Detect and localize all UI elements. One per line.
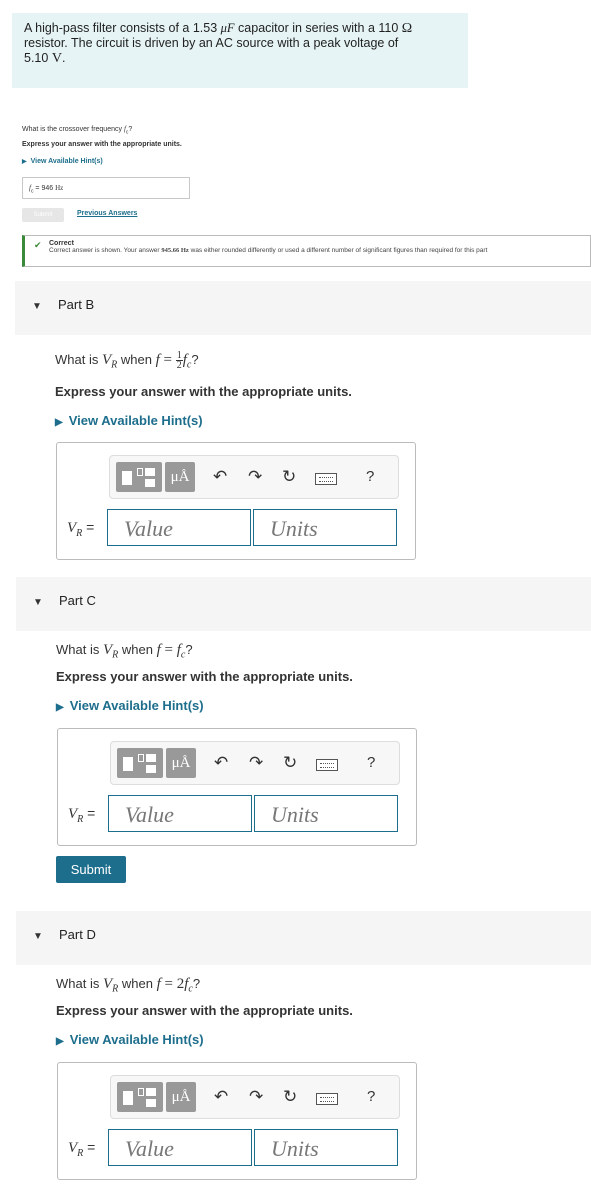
value-input[interactable]: Value bbox=[107, 509, 251, 546]
part-a-submit-button[interactable]: Submit bbox=[22, 208, 64, 222]
value-input[interactable]: Value bbox=[108, 1129, 252, 1166]
part-label: Part C bbox=[59, 593, 96, 608]
units-icon[interactable]: μÅ bbox=[166, 748, 196, 778]
redo-icon[interactable]: ↷ bbox=[249, 1087, 263, 1107]
templates-icon[interactable] bbox=[116, 462, 162, 492]
part-c-hint-link[interactable]: ▶ View Available Hint(s) bbox=[56, 698, 204, 713]
feedback-title: Correct bbox=[49, 240, 74, 247]
expand-triangle-icon: ▶ bbox=[56, 702, 64, 713]
part-c-question: What is VR when f = fc? bbox=[56, 642, 193, 661]
variable-label: VR = bbox=[67, 519, 95, 539]
expand-triangle-icon: ▶ bbox=[22, 159, 27, 165]
math-toolbar: μÅ ↶ ↷ ↻ ? bbox=[109, 455, 399, 499]
units-input[interactable]: Units bbox=[253, 509, 397, 546]
variable-label: VR = bbox=[68, 805, 96, 825]
part-a-answer-field: fc = 946 Hz bbox=[22, 177, 190, 199]
part-b-question: What is VR when f = 1 2fc? bbox=[55, 350, 199, 371]
units-input[interactable]: Units bbox=[254, 795, 398, 832]
math-toolbar: μÅ ↶ ↷ ↻ ? bbox=[110, 1075, 400, 1119]
intro-unit: μF bbox=[220, 21, 235, 35]
part-c-submit-button[interactable]: Submit bbox=[56, 856, 126, 883]
templates-icon[interactable] bbox=[117, 1082, 163, 1112]
help-icon[interactable]: ? bbox=[367, 754, 375, 771]
undo-icon[interactable]: ↶ bbox=[214, 753, 228, 773]
undo-icon[interactable]: ↶ bbox=[214, 1087, 228, 1107]
help-icon[interactable]: ? bbox=[367, 1088, 375, 1105]
intro-text: A high-pass filter consists of a 1.53 bbox=[24, 21, 221, 35]
part-label: Part D bbox=[59, 927, 96, 942]
reset-icon[interactable]: ↻ bbox=[282, 467, 296, 487]
collapse-triangle-icon: ▼ bbox=[33, 597, 43, 608]
part-c-answer-box: μÅ ↶ ↷ ↻ ? VR = Value Units bbox=[57, 728, 417, 846]
previous-answers-link[interactable]: Previous Answers bbox=[77, 210, 137, 217]
collapse-triangle-icon: ▼ bbox=[32, 301, 42, 312]
correct-feedback: ✔ Correct Correct answer is shown. Your … bbox=[22, 235, 591, 267]
intro-unit: Ω bbox=[401, 21, 413, 36]
part-d-hint-link[interactable]: ▶ View Available Hint(s) bbox=[56, 1032, 204, 1047]
part-c-instruction: Express your answer with the appropriate… bbox=[56, 669, 353, 684]
feedback-text: Correct answer is shown. Your answer 945… bbox=[49, 247, 488, 254]
part-a-hint-link[interactable]: ▶ View Available Hint(s) bbox=[22, 158, 103, 165]
redo-icon[interactable]: ↷ bbox=[249, 753, 263, 773]
part-c-header[interactable]: ▼ Part C bbox=[16, 577, 591, 631]
part-label: Part B bbox=[58, 297, 95, 312]
help-icon[interactable]: ? bbox=[366, 468, 374, 485]
keyboard-icon[interactable] bbox=[316, 759, 338, 771]
expand-triangle-icon: ▶ bbox=[56, 1036, 64, 1047]
templates-icon[interactable] bbox=[117, 748, 163, 778]
collapse-triangle-icon: ▼ bbox=[33, 931, 43, 942]
part-b-instruction: Express your answer with the appropriate… bbox=[55, 384, 352, 399]
part-d-question: What is VR when f = 2fc? bbox=[56, 976, 201, 995]
intro-unit: V bbox=[51, 51, 62, 66]
problem-intro: A high-pass filter consists of a 1.53 μF… bbox=[12, 13, 468, 88]
part-d-instruction: Express your answer with the appropriate… bbox=[56, 1003, 353, 1018]
units-icon[interactable]: μÅ bbox=[166, 1082, 196, 1112]
reset-icon[interactable]: ↻ bbox=[283, 753, 297, 773]
redo-icon[interactable]: ↷ bbox=[248, 467, 262, 487]
part-b-header[interactable]: ▼ Part B bbox=[15, 281, 591, 335]
part-a-instruction: Express your answer with the appropriate… bbox=[22, 141, 182, 148]
keyboard-icon[interactable] bbox=[315, 473, 337, 485]
units-icon[interactable]: μÅ bbox=[165, 462, 195, 492]
part-b-hint-link[interactable]: ▶ View Available Hint(s) bbox=[55, 413, 203, 428]
part-a-question: What is the crossover frequency fc? bbox=[22, 125, 133, 136]
math-toolbar: μÅ ↶ ↷ ↻ ? bbox=[110, 741, 400, 785]
checkmark-icon: ✔ bbox=[34, 240, 42, 250]
intro-text: . bbox=[61, 51, 66, 65]
part-d-answer-box: μÅ ↶ ↷ ↻ ? VR = Value Units bbox=[57, 1062, 417, 1180]
keyboard-icon[interactable] bbox=[316, 1093, 338, 1105]
undo-icon[interactable]: ↶ bbox=[213, 467, 227, 487]
intro-text: 5.10 bbox=[24, 51, 52, 65]
value-input[interactable]: Value bbox=[108, 795, 252, 832]
intro-text: capacitor in series with a 110 bbox=[234, 21, 402, 35]
expand-triangle-icon: ▶ bbox=[55, 417, 63, 428]
variable-label: VR = bbox=[68, 1139, 96, 1159]
intro-text: resistor. The circuit is driven by an AC… bbox=[24, 36, 399, 50]
reset-icon[interactable]: ↻ bbox=[283, 1087, 297, 1107]
part-d-header[interactable]: ▼ Part D bbox=[16, 911, 591, 965]
units-input[interactable]: Units bbox=[254, 1129, 398, 1166]
part-b-answer-box: μÅ ↶ ↷ ↻ ? VR = Value Units bbox=[56, 442, 416, 560]
